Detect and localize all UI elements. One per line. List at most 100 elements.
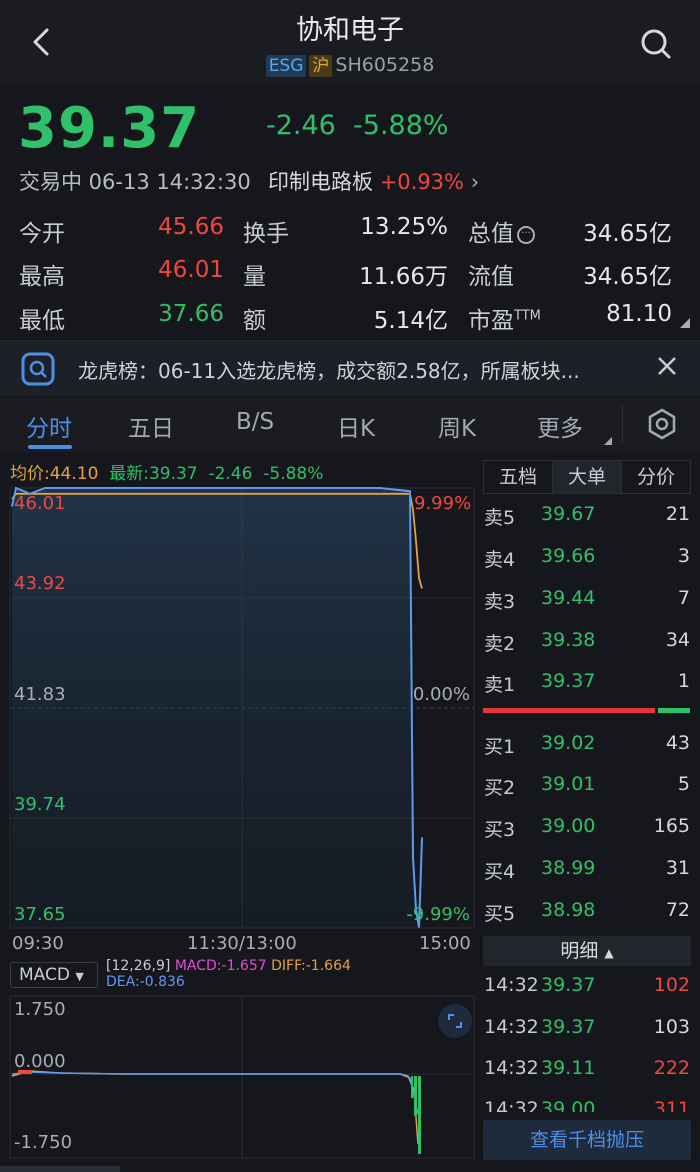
amount-label: 额 xyxy=(243,308,266,334)
macd-values: [12,26,9] MACD:-1.657 DIFF:-1.664 DEA:-0… xyxy=(106,958,351,990)
stock-code: SH605258 xyxy=(335,54,435,76)
search-icon[interactable] xyxy=(636,24,676,64)
chart-tab-bar: 分时 五日 B/S 日K 周K 更多 xyxy=(0,398,700,452)
diff-value: DIFF:-1.664 xyxy=(271,958,351,974)
tab-bs[interactable]: B/S xyxy=(236,409,274,435)
chart-settings-icon[interactable] xyxy=(645,407,679,445)
bid-price: 38.99 xyxy=(541,857,596,879)
float-value: 34.65亿 xyxy=(583,264,672,290)
high-value: 46.01 xyxy=(158,257,224,283)
tick-volume: 222 xyxy=(653,1057,690,1079)
tab-more[interactable]: 更多 xyxy=(537,409,583,443)
expand-corner-icon[interactable] xyxy=(680,318,690,328)
bid-label: 买3 xyxy=(484,819,516,841)
x-label-mid: 11:30/13:00 xyxy=(187,933,297,954)
bid-volume: 5 xyxy=(677,773,690,795)
bid-label: 买1 xyxy=(484,736,516,758)
change-value: -2.46 xyxy=(266,110,336,141)
ask-volume: 1 xyxy=(677,670,690,692)
ask-row: 卖2 39.38 34 xyxy=(484,629,690,659)
dea-line xyxy=(11,1071,419,1115)
y-pct-low: -9.99% xyxy=(406,904,470,925)
ask-price: 39.37 xyxy=(541,670,596,692)
pe-label: 市盈TTM xyxy=(468,301,541,335)
depth-button[interactable]: 查看千档抛压 xyxy=(483,1120,691,1160)
sector-name: 印制电路板 xyxy=(268,170,373,194)
mktcap-label[interactable]: 总值 ··· xyxy=(468,214,535,248)
bid-ratio-bar xyxy=(658,708,690,713)
order-book-tabs: 五档 大单 分价 xyxy=(483,460,691,494)
bid-volume: 31 xyxy=(665,857,690,879)
intraday-chart[interactable] xyxy=(0,480,480,930)
ask-row: 卖1 39.37 1 xyxy=(484,670,690,700)
ask-label: 卖3 xyxy=(484,591,516,613)
macd-y-top: 1.750 xyxy=(14,999,66,1020)
ask-volume: 3 xyxy=(677,545,690,567)
tab-weekly-k[interactable]: 周K xyxy=(438,409,476,443)
macd-bar xyxy=(418,1076,421,1154)
tick-volume: 311 xyxy=(653,1098,690,1112)
trading-status: 交易中 06-13 14:32:30 xyxy=(19,170,251,194)
bid-row: 买4 38.99 31 xyxy=(484,857,690,887)
ask-row: 卖4 39.66 3 xyxy=(484,545,690,575)
macd-params: [12,26,9] xyxy=(106,958,171,974)
tab-five-levels[interactable]: 五档 xyxy=(484,461,553,493)
diff-line xyxy=(11,1070,419,1145)
caret-up-icon: ▲ xyxy=(604,946,614,960)
tick-price: 39.37 xyxy=(541,974,596,996)
macd-y-zero: 0.000 xyxy=(14,1051,66,1072)
ask-price: 39.66 xyxy=(541,545,596,567)
y-pct-high: 9.99% xyxy=(414,493,472,514)
ask-volume: 34 xyxy=(665,629,690,651)
tick-volume: 102 xyxy=(653,974,690,996)
macd-value: MACD:-1.657 xyxy=(174,958,267,974)
ask-volume: 7 xyxy=(677,587,690,609)
tab-five-day[interactable]: 五日 xyxy=(128,409,174,443)
ask-row: 卖5 39.67 21 xyxy=(484,503,690,533)
tab-daily-k[interactable]: 日K xyxy=(337,409,375,443)
indicator-select[interactable]: MACD ▼ xyxy=(10,962,98,988)
chevron-right-icon: › xyxy=(470,170,480,194)
pe-value: 81.10 xyxy=(606,301,672,327)
y-label-4: 39.74 xyxy=(14,794,66,815)
sector-link[interactable]: 印制电路板 +0.93% › xyxy=(268,166,479,196)
high-label: 最高 xyxy=(19,264,65,290)
tab-big-orders[interactable]: 大单 xyxy=(553,461,622,493)
mktcap-label-text: 总值 xyxy=(468,221,514,247)
change-percent: -5.88% xyxy=(353,110,449,141)
more-info-icon[interactable]: ··· xyxy=(517,225,535,244)
bottom-scroll-indicator xyxy=(0,1166,120,1172)
tick-time: 14:32 xyxy=(484,974,539,996)
fullscreen-icon[interactable] xyxy=(438,1004,472,1038)
market-badge: 沪 xyxy=(309,55,333,77)
float-label: 流值 xyxy=(468,264,514,290)
turnover-value: 13.25% xyxy=(360,214,448,240)
y-label-low: 37.65 xyxy=(14,904,66,925)
bid-label: 买5 xyxy=(484,903,516,925)
tab-intraday[interactable]: 分时 xyxy=(26,409,72,443)
dea-value: DEA:-0.836 xyxy=(106,974,185,990)
macd-bar xyxy=(411,1076,413,1098)
open-value: 45.66 xyxy=(158,214,224,240)
notice-banner[interactable]: 龙虎榜：06-11入选龙虎榜，成交额2.58亿，所属板块... xyxy=(0,340,700,396)
tick-price: 39.00 xyxy=(541,1098,596,1112)
indicator-select-label: MACD xyxy=(19,965,70,985)
tab-divider xyxy=(622,404,623,444)
macd-bar xyxy=(414,1076,417,1116)
stock-name: 协和电子 xyxy=(296,15,404,46)
bid-volume: 165 xyxy=(653,815,690,837)
pe-label-text: 市盈 xyxy=(468,308,514,334)
close-icon[interactable] xyxy=(656,355,678,381)
ask-label: 卖4 xyxy=(484,549,516,571)
tab-price-dist[interactable]: 分价 xyxy=(622,461,690,493)
x-label-open: 09:30 xyxy=(12,933,64,954)
mktcap-value: 34.65亿 xyxy=(583,221,672,247)
tick-row-clipped: 14:32 39.00 311 xyxy=(484,1098,690,1112)
detail-header[interactable]: 明细 ▲ xyxy=(483,936,691,966)
ask-label: 卖5 xyxy=(484,507,516,529)
y-label-mid: 41.83 xyxy=(14,684,66,705)
bid-price: 39.00 xyxy=(541,815,596,837)
esg-badge[interactable]: ESG xyxy=(265,55,307,77)
y-pct-zero: 0.00% xyxy=(412,684,470,705)
stock-code-line: ESG 沪 SH605258 xyxy=(0,54,700,77)
